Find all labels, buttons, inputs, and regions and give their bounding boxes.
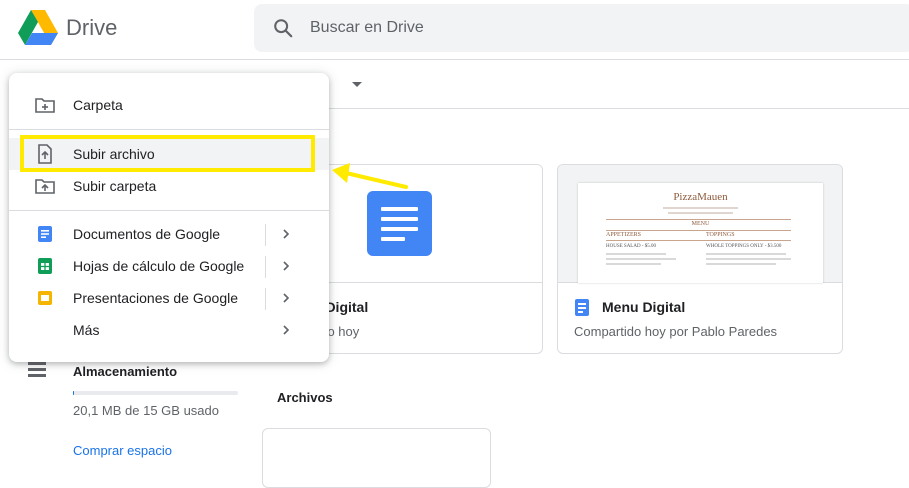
menu-title: PizzaMauen (673, 191, 728, 203)
drive-logo-icon[interactable] (18, 10, 58, 46)
highlight-annotation-box (20, 135, 315, 172)
search-input[interactable] (310, 16, 870, 40)
storage-progress-fill (73, 391, 74, 395)
menu-rule (606, 240, 791, 241)
storage-label: Almacenamiento (73, 364, 178, 379)
upload-folder-icon (35, 179, 55, 194)
menu-divider (9, 210, 329, 211)
storage-icon (28, 362, 46, 378)
chevron-right-icon[interactable] (279, 291, 293, 305)
search-bar[interactable] (254, 4, 909, 52)
google-docs-icon (38, 226, 52, 242)
menu-item-label: Presentaciones de Google (73, 290, 238, 306)
menu-text-line (706, 263, 776, 265)
app-name[interactable]: Drive (66, 15, 117, 41)
storage-used-text: 20,1 MB de 15 GB usado (73, 403, 219, 418)
menu-item-google-docs[interactable]: Documentos de Google (9, 218, 329, 250)
files-heading: Archivos (277, 390, 333, 405)
search-icon[interactable] (272, 17, 294, 39)
menu-section-heading: MENU (691, 221, 710, 227)
menu-document-preview: PizzaMauen MENU APPETIZERS TOPPINGS HOUS… (578, 183, 823, 283)
chevron-down-icon[interactable] (352, 82, 362, 87)
menu-text-line (606, 253, 666, 255)
menu-item-google-sheets[interactable]: Hojas de cálculo de Google (9, 250, 329, 282)
google-docs-icon (575, 299, 589, 316)
buy-storage-link[interactable]: Comprar espacio (73, 443, 172, 458)
menu-item-label: Hojas de cálculo de Google (73, 258, 245, 274)
menu-item-label: Carpeta (73, 97, 123, 113)
menu-text-line (606, 258, 676, 260)
menu-column-heading: TOPPINGS (706, 232, 735, 238)
file-shared-info: Compartido hoy por Pablo Paredes (574, 324, 778, 339)
file-thumbnail: PizzaMauen MENU APPETIZERS TOPPINGS HOUS… (558, 165, 842, 283)
menu-divider (9, 129, 329, 130)
menu-item-label: Documentos de Google (73, 226, 221, 242)
google-sheets-icon (38, 258, 52, 274)
chevron-right-icon[interactable] (279, 227, 293, 241)
chevron-right-icon[interactable] (279, 259, 293, 273)
menu-item-upload-folder[interactable]: Subir carpeta (9, 170, 329, 202)
file-card[interactable]: PizzaMauen MENU APPETIZERS TOPPINGS HOUS… (557, 164, 843, 354)
menu-text-line (606, 263, 661, 265)
google-docs-icon (367, 191, 432, 256)
menu-rule (606, 230, 791, 231)
header-divider (262, 108, 909, 109)
new-item-menu: Carpeta Subir archivo Subir carpeta Docu… (9, 73, 329, 362)
google-slides-icon (38, 291, 52, 305)
menu-item-divider (265, 224, 266, 246)
menu-item-label: Más (73, 322, 100, 338)
menu-item: WHOLE TOPPINGS ONLY - $3.500 (706, 244, 782, 249)
menu-text-line (706, 253, 786, 255)
top-bar: Drive (0, 0, 909, 60)
chevron-right-icon[interactable] (279, 323, 293, 337)
menu-item-new-folder[interactable]: Carpeta (9, 89, 329, 121)
new-folder-icon (35, 98, 55, 113)
menu-text-line (706, 258, 791, 260)
menu-item-divider (265, 288, 266, 310)
menu-address-line (663, 207, 738, 209)
menu-address-line (668, 212, 733, 214)
file-card[interactable] (262, 428, 491, 488)
menu-item-label: Subir carpeta (73, 178, 157, 194)
annotation-arrow-icon (332, 163, 408, 189)
menu-item: HOUSE SALAD - $5.00 (606, 244, 656, 249)
menu-column-heading: APPETIZERS (606, 232, 642, 238)
menu-item-google-slides[interactable]: Presentaciones de Google (9, 282, 329, 314)
storage-progress-bar (73, 391, 238, 395)
menu-item-more[interactable]: Más (9, 314, 329, 346)
file-name: Menu Digital (602, 299, 686, 315)
menu-rule (606, 219, 791, 220)
menu-item-divider (265, 256, 266, 278)
